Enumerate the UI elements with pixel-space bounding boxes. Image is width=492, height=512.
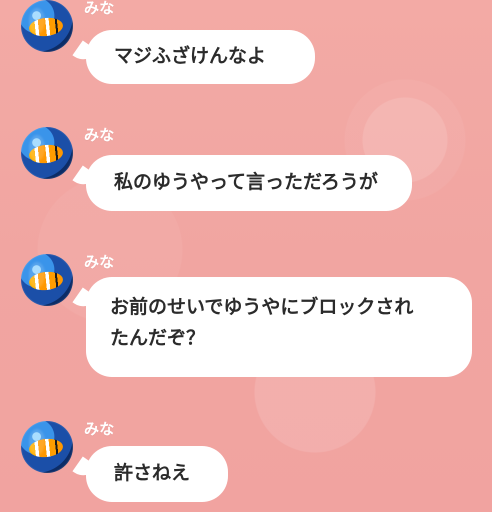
profile-avatar[interactable] xyxy=(21,0,73,52)
message-text: 私のゆうやって言っただろうが xyxy=(114,171,378,193)
sender-name: みな xyxy=(84,420,115,438)
message-bubble[interactable]: 許さねえ xyxy=(86,446,228,502)
message-text: マジふざけんなよ xyxy=(114,45,267,67)
message-text: お前のせいでゆうやにブロックされ たんだぞ？ xyxy=(110,296,414,349)
sender-name: みな xyxy=(84,126,115,144)
sender-name: みな xyxy=(84,0,115,17)
sender-name: みな xyxy=(84,253,115,271)
message-bubble[interactable]: 私のゆうやって言っただろうが xyxy=(86,155,412,211)
message-bubble[interactable]: マジふざけんなよ xyxy=(86,30,315,84)
message-bubble[interactable]: お前のせいでゆうやにブロックされ たんだぞ？ xyxy=(86,277,472,377)
message-text: 許さねえ xyxy=(114,462,191,484)
profile-avatar[interactable] xyxy=(21,254,73,306)
profile-avatar[interactable] xyxy=(21,421,73,473)
profile-avatar[interactable] xyxy=(21,127,73,179)
